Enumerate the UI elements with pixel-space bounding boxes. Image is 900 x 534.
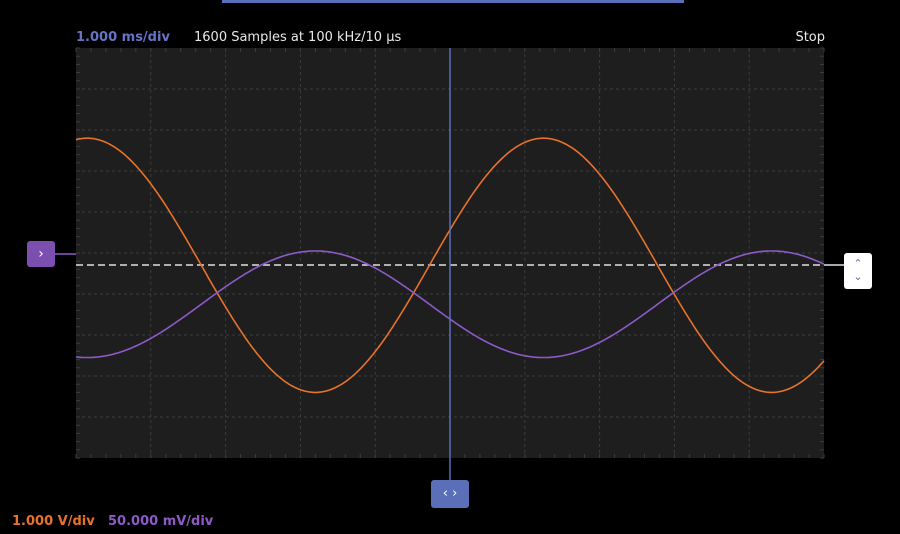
channel-offset-marker[interactable]: › [27, 241, 55, 267]
scope-plot [55, 47, 846, 482]
time-cursor-handle[interactable]: ‹ › [431, 480, 469, 508]
left-right-arrows-icon: ‹ › [442, 486, 458, 501]
ch1-scale-label[interactable]: 1.000 V/div [12, 514, 95, 530]
trigger-level-marker[interactable]: ⌃ ⌄ [844, 253, 872, 289]
scope-display[interactable] [0, 0, 900, 534]
ch2-scale-label[interactable]: 50.000 mV/div [108, 514, 213, 530]
chevron-right-icon: › [38, 246, 44, 262]
chevron-down-icon[interactable]: ⌄ [844, 270, 872, 283]
chevron-up-icon[interactable]: ⌃ [844, 257, 872, 270]
